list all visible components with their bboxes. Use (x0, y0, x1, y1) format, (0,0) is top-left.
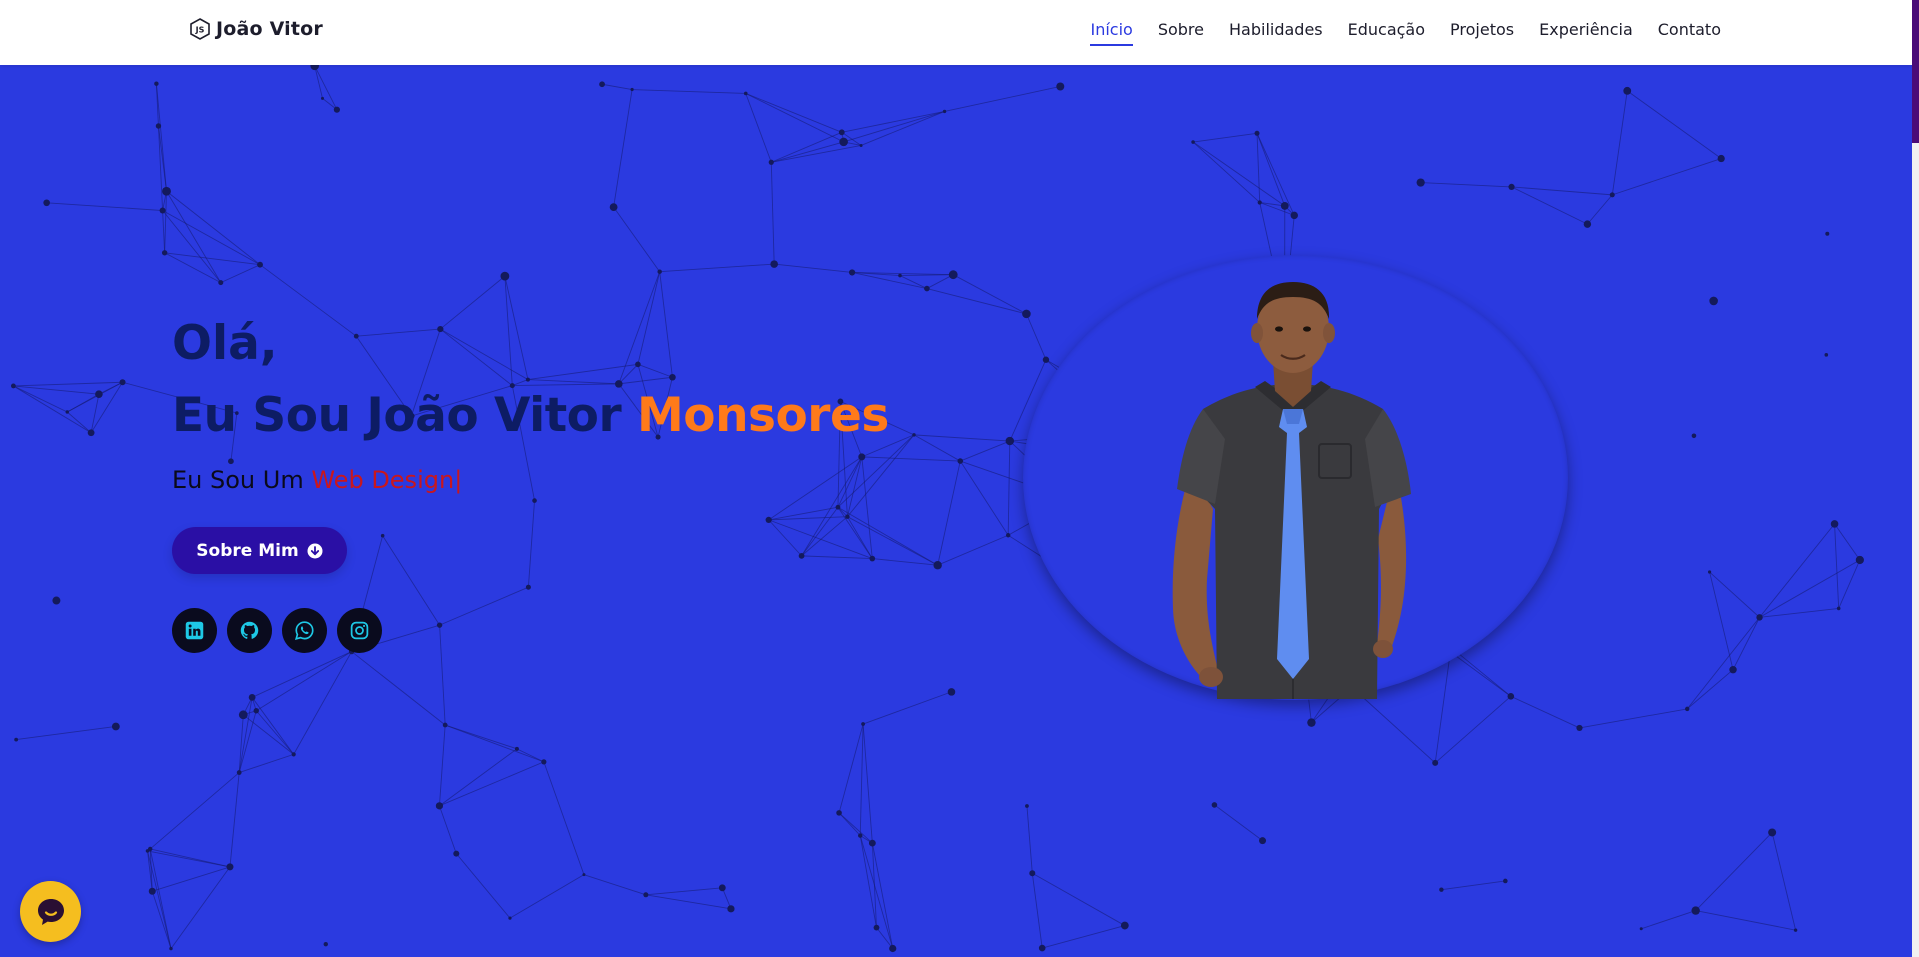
nav-menu: Início Sobre Habilidades Educação Projet… (1090, 20, 1721, 46)
whatsapp-icon (294, 621, 314, 640)
profile-photo-frame (1023, 255, 1568, 700)
hero-greeting: Olá, (172, 316, 278, 371)
nav-link-sobre[interactable]: Sobre (1158, 20, 1204, 46)
instagram-icon (350, 621, 369, 640)
whatsapp-link[interactable] (282, 608, 327, 653)
nav-link-inicio[interactable]: Início (1090, 20, 1133, 46)
nav-link-experiencia[interactable]: Experiência (1539, 20, 1633, 46)
hero-role-prefix: Eu Sou Um (172, 466, 304, 494)
brand-name: João Vitor (216, 18, 324, 40)
nav-link-habilidades[interactable]: Habilidades (1229, 20, 1323, 46)
top-navbar: JS João Vitor Início Sobre Habilidades E… (0, 0, 1912, 65)
about-me-button-label: Sobre Mim (196, 540, 299, 561)
nodejs-hexagon-icon: JS (190, 18, 210, 40)
linkedin-icon (185, 621, 204, 640)
typing-cursor: | (454, 466, 463, 494)
arrow-circle-down-icon (307, 543, 323, 559)
chat-icon (37, 898, 64, 925)
social-links (172, 608, 382, 653)
scrollbar-thumb[interactable] (1912, 0, 1919, 143)
profile-photo (1172, 282, 1411, 699)
hero-name-prefix: Eu Sou João Vitor (172, 388, 622, 443)
nav-link-educacao[interactable]: Educação (1348, 20, 1425, 46)
github-link[interactable] (227, 608, 272, 653)
instagram-link[interactable] (337, 608, 382, 653)
chat-widget-button[interactable] (20, 881, 81, 942)
about-me-button[interactable]: Sobre Mim (172, 527, 347, 574)
hero-role-typed: Web Design (311, 466, 455, 494)
github-icon (240, 621, 259, 639)
hero-section: Olá, Eu Sou João Vitor Monsores Eu Sou U… (172, 312, 889, 653)
linkedin-link[interactable] (172, 608, 217, 653)
brand-logo[interactable]: JS João Vitor (190, 18, 323, 40)
hero-name: Eu Sou João Vitor Monsores (172, 384, 889, 448)
nav-link-contato[interactable]: Contato (1658, 20, 1721, 46)
hero-name-accent: Monsores (637, 388, 889, 443)
nav-link-projetos[interactable]: Projetos (1450, 20, 1514, 46)
hero-role: Eu Sou Um Web Design| (172, 466, 889, 494)
scrollbar-track[interactable] (1912, 0, 1919, 957)
svg-text:JS: JS (195, 26, 205, 35)
